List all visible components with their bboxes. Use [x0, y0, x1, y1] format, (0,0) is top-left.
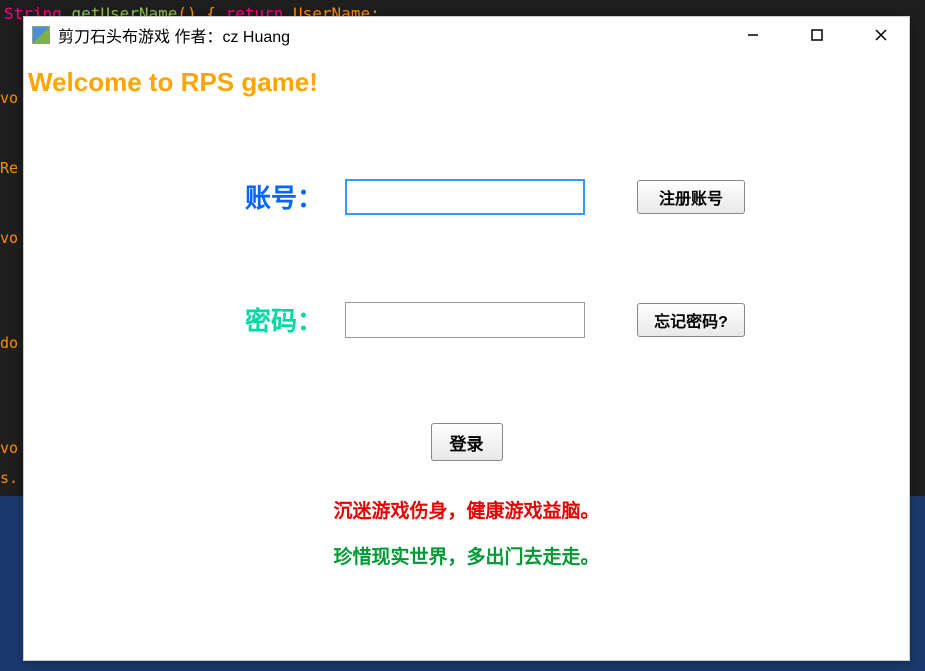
forgot-password-button[interactable]: 忘记密码? [637, 303, 745, 337]
warning-text-2: 珍惜现实世界，多出门去走走。 [24, 542, 909, 569]
account-label: 账号： [208, 178, 323, 215]
welcome-heading: Welcome to RPS game! [24, 53, 909, 98]
password-input[interactable] [345, 302, 585, 338]
minimize-button[interactable] [733, 20, 773, 50]
warning-text-1: 沉迷游戏伤身，健康游戏益脑。 [24, 496, 909, 523]
login-button[interactable]: 登录 [431, 423, 503, 461]
account-row: 账号： 注册账号 [208, 178, 745, 215]
login-window: 剪刀石头布游戏 作者：cz Huang Welcome to RPS game!… [23, 16, 910, 661]
close-button[interactable] [861, 20, 901, 50]
maximize-button[interactable] [797, 20, 837, 50]
password-row: 密码： 忘记密码? [208, 301, 745, 338]
register-button[interactable]: 注册账号 [637, 180, 745, 214]
window-app-icon [32, 26, 50, 44]
account-input[interactable] [345, 179, 585, 215]
password-label: 密码： [208, 301, 323, 338]
window-titlebar[interactable]: 剪刀石头布游戏 作者：cz Huang [24, 17, 909, 53]
window-title: 剪刀石头布游戏 作者：cz Huang [58, 23, 733, 47]
